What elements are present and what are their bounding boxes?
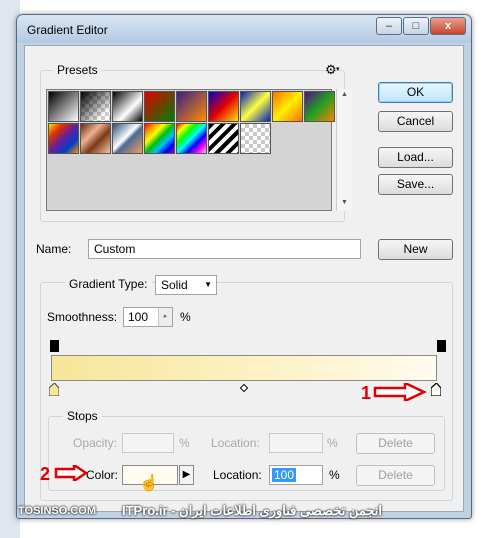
preset-swatch[interactable] — [80, 91, 111, 122]
load-button[interactable]: Load... — [378, 147, 453, 168]
color-stop-left[interactable] — [49, 383, 59, 396]
dialog-client-area: Presets ⚙ ▾ ▲ ▼ OK Cancel Load... Save..… — [24, 45, 464, 512]
watermark-right-text: ITPro.ir - انجمن تخصصی فناوری اطلاعات ای… — [122, 503, 382, 518]
opacity-location-input[interactable] — [269, 433, 323, 453]
smoothness-value: 100 — [128, 310, 149, 324]
color-location-label: Location: — [213, 468, 262, 482]
preset-swatch[interactable] — [240, 123, 271, 154]
preset-swatch[interactable] — [112, 123, 143, 154]
cancel-button[interactable]: Cancel — [378, 111, 453, 132]
triangle-right-icon: ▶ — [182, 469, 191, 480]
opacity-label: Opacity: — [73, 436, 118, 450]
maximize-button[interactable]: □ — [403, 17, 429, 35]
gradient-preview-bar[interactable] — [51, 355, 437, 381]
gradient-type-label: Gradient Type: — [65, 277, 152, 291]
preset-swatch[interactable] — [208, 91, 239, 122]
preset-swatch[interactable] — [176, 123, 207, 154]
opacity-location-label: Location: — [211, 436, 260, 450]
preset-swatch[interactable] — [112, 91, 143, 122]
chevron-down-icon: ▼ — [204, 280, 212, 289]
hand-cursor-icon: ☝ — [139, 475, 159, 492]
stops-label: Stops — [63, 409, 102, 423]
preset-swatch[interactable] — [272, 91, 303, 122]
annotation-number-two: 2 — [40, 464, 51, 484]
watermark-left-text: TOSINSO.COM — [18, 505, 97, 517]
preset-swatch[interactable] — [144, 91, 175, 122]
preset-swatch[interactable] — [304, 91, 335, 122]
close-button[interactable]: x — [430, 17, 466, 35]
ok-button[interactable]: OK — [378, 82, 453, 103]
name-label: Name: — [36, 242, 72, 256]
gradient-type-select[interactable]: Solid ▼ — [155, 275, 217, 295]
preset-swatch[interactable] — [176, 91, 207, 122]
presets-scrollbar[interactable]: ▲ ▼ — [336, 89, 352, 211]
opacity-stop-left[interactable] — [50, 340, 59, 352]
preset-swatch[interactable] — [48, 123, 79, 154]
preset-swatch[interactable] — [80, 123, 111, 154]
presets-label: Presets — [53, 63, 102, 77]
color-label: Color: — [86, 468, 119, 482]
title-bar: Gradient Editor – □ x — [17, 15, 471, 43]
smoothness-stepper[interactable]: ▸ — [158, 308, 172, 326]
preset-swatch[interactable] — [144, 123, 175, 154]
smoothness-label: Smoothness: — [47, 310, 118, 324]
minimize-button[interactable]: – — [376, 17, 402, 35]
name-input[interactable]: Custom — [88, 239, 361, 259]
scroll-down-icon[interactable]: ▼ — [341, 199, 348, 206]
color-stop-right-selected[interactable] — [431, 383, 441, 396]
scroll-up-icon[interactable]: ▲ — [341, 91, 348, 98]
opacity-location-unit: % — [327, 436, 338, 450]
color-location-value: 100 — [272, 468, 297, 482]
smoothness-input[interactable]: 100 ▸ — [123, 307, 173, 327]
preset-swatch[interactable] — [240, 91, 271, 122]
opacity-delete-button[interactable]: Delete — [356, 433, 435, 454]
gradient-editor-dialog: Gradient Editor – □ x Presets ⚙ ▾ ▲ ▼ OK… — [16, 14, 472, 519]
opacity-unit: % — [179, 436, 190, 450]
opacity-stop-right[interactable] — [437, 340, 446, 352]
annotation-number-one: 1 — [361, 383, 372, 403]
color-location-unit: % — [329, 468, 340, 482]
preset-swatch[interactable] — [48, 91, 79, 122]
color-location-input[interactable]: 100 — [269, 465, 323, 485]
chevron-down-icon[interactable]: ▾ — [336, 65, 340, 73]
color-swatch-menu-button[interactable]: ▶ — [179, 465, 194, 485]
dialog-title: Gradient Editor — [27, 23, 108, 37]
gradient-type-value: Solid — [161, 278, 188, 292]
presets-swatch-grid[interactable]: ▲ ▼ — [46, 89, 352, 211]
preset-swatch[interactable] — [208, 123, 239, 154]
gear-icon[interactable]: ⚙ — [325, 62, 337, 78]
smoothness-unit: % — [180, 310, 191, 324]
opacity-input[interactable] — [122, 433, 174, 453]
save-button[interactable]: Save... — [378, 174, 453, 195]
red-arrow-icon — [54, 465, 88, 481]
red-arrow-icon — [373, 383, 427, 401]
new-button[interactable]: New — [378, 239, 453, 260]
color-delete-button[interactable]: Delete — [356, 465, 435, 486]
